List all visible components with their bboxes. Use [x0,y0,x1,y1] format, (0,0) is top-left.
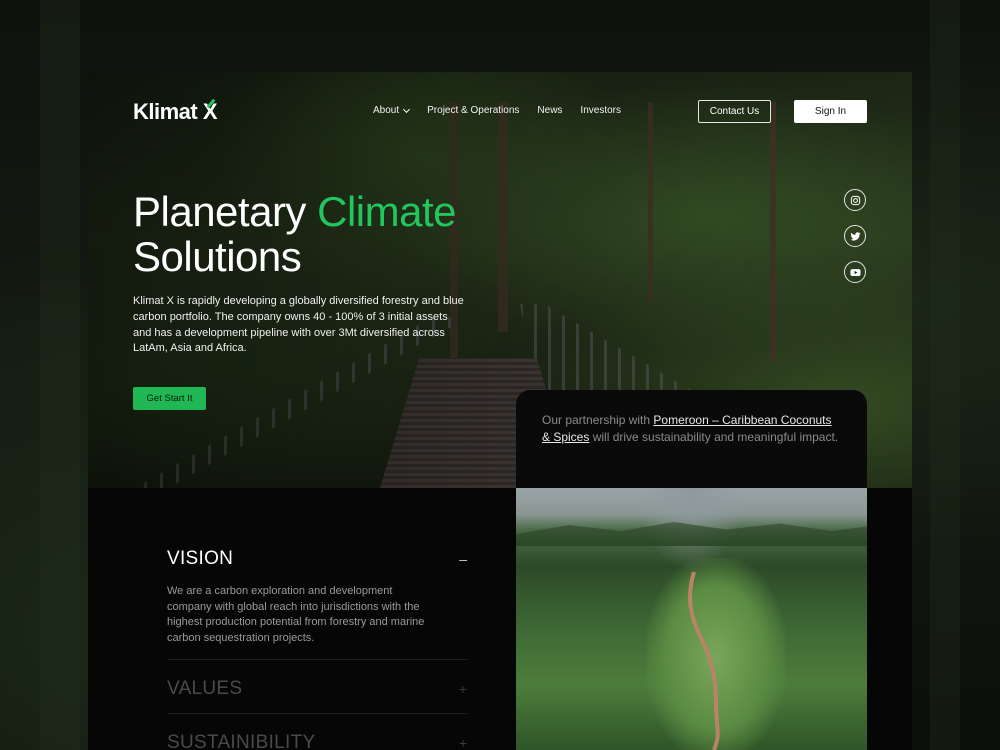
main-nav: About Project & Operations News Investor… [373,105,621,116]
nav-item-news[interactable]: News [537,105,562,116]
accordion-body: We are a carbon exploration and developm… [167,585,425,644]
accordion-title: SUSTAINIBILITY [167,732,316,750]
brand-logo[interactable]: Klimat X [133,98,218,125]
hero-title-accent: Climate [317,188,456,235]
youtube-link[interactable] [844,261,866,283]
hero-title: Planetary Climate Solutions [133,188,456,280]
twitter-link[interactable] [844,225,866,247]
sign-in-button[interactable]: Sign In [794,100,867,123]
twitter-icon [849,231,861,241]
contact-us-button[interactable]: Contact Us [698,100,771,123]
brand-x: X [202,98,218,124]
divider [167,713,467,714]
instagram-icon [850,195,860,205]
accordion-item-sustainability[interactable]: SUSTAINIBILITY + [167,732,467,750]
youtube-icon [849,268,861,276]
social-links [844,189,866,283]
accordion-title: VISION [167,548,234,569]
expand-icon[interactable]: + [459,681,467,697]
accordion-item-vision[interactable]: VISION – [167,548,467,570]
divider [167,659,467,660]
aerial-landscape-image [516,488,867,750]
accordion-item-values[interactable]: VALUES + [167,678,467,700]
nav-item-projects[interactable]: Project & Operations [427,105,519,116]
page-frame: Klimat X About Project & Operations News… [88,72,912,750]
nav-item-about[interactable]: About [373,105,411,116]
partnership-card: Our partnership with Pomeroon – Caribbea… [516,390,867,500]
accordion: VISION – We are a carbon exploration and… [167,548,467,750]
collapse-icon[interactable]: – [459,551,467,567]
expand-icon[interactable]: + [459,735,467,750]
hero-description: Klimat X is rapidly developing a globall… [133,295,464,355]
nav-item-investors[interactable]: Investors [580,105,621,116]
instagram-link[interactable] [844,189,866,211]
accordion-title: VALUES [167,678,243,699]
chevron-down-icon [403,105,411,113]
brand-name: Klimat [133,99,198,124]
trail-path [688,571,720,750]
get-started-button[interactable]: Get Start It [133,387,206,410]
